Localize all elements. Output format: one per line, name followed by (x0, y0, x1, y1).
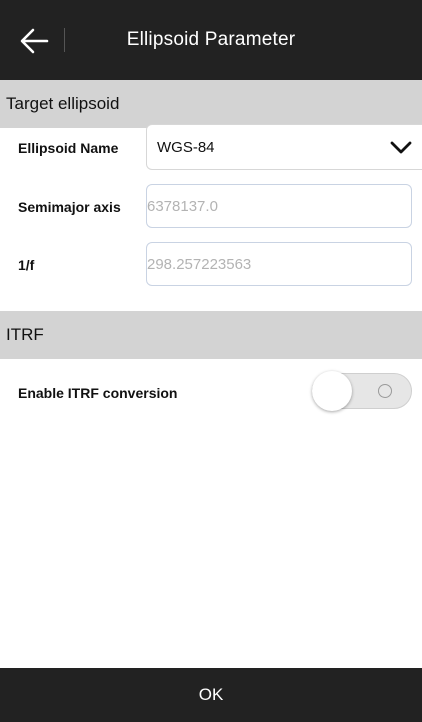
section-header-target-ellipsoid: Target ellipsoid (0, 80, 422, 128)
toggle-off-icon (378, 384, 392, 398)
page-title: Ellipsoid Parameter (126, 29, 296, 50)
semimajor-axis-label: Semimajor axis (18, 199, 121, 215)
inverse-flattening-label: 1/f (18, 257, 35, 273)
top-app-bar: Ellipsoid Parameter (0, 0, 422, 80)
ellipsoid-name-value: WGS-84 (157, 139, 215, 156)
ellipsoid-name-select[interactable]: WGS-84 (146, 124, 422, 170)
toggle-knob (312, 371, 352, 411)
semimajor-axis-input[interactable] (147, 185, 411, 227)
enable-itrf-label: Enable ITRF conversion (18, 385, 178, 401)
inverse-flattening-input[interactable] (147, 243, 411, 285)
section-header-itrf: ITRF (0, 311, 422, 359)
chevron-down-icon (390, 141, 412, 154)
enable-itrf-toggle[interactable] (312, 371, 412, 411)
ellipsoid-name-label: Ellipsoid Name (18, 140, 119, 156)
inverse-flattening-field-box (146, 242, 412, 286)
semimajor-axis-field-box (146, 184, 412, 228)
ok-button[interactable]: OK (0, 668, 422, 722)
